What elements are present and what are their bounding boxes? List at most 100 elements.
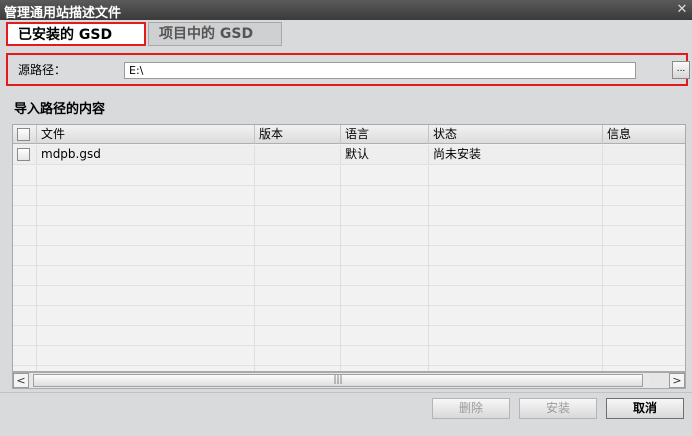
- empty-cell: [255, 166, 341, 186]
- title-bar: 管理通用站描述文件 ✕: [0, 0, 692, 21]
- column-header-language[interactable]: 语言: [341, 125, 429, 144]
- cell-version: [255, 145, 341, 165]
- empty-cell: [603, 266, 685, 286]
- dialog-body: 已安装的 GSD 项目中的 GSD 源路径： E:\ ... 导入路径的内容 文…: [0, 20, 692, 436]
- row-select-cell: [13, 145, 37, 165]
- cell-file: mdpb.gsd: [37, 145, 255, 165]
- empty-cell: [429, 166, 603, 186]
- tab-installed-gsd[interactable]: 已安装的 GSD: [6, 22, 146, 46]
- empty-cell: [341, 186, 429, 206]
- empty-cell: [13, 206, 37, 226]
- empty-cell: [341, 326, 429, 346]
- table-row[interactable]: mdpb.gsd 默认 尚未安装: [13, 145, 685, 165]
- empty-cell: [429, 306, 603, 326]
- empty-cell: [37, 306, 255, 326]
- browse-button[interactable]: ...: [672, 61, 690, 79]
- install-button[interactable]: 安装: [519, 398, 597, 419]
- column-header-status[interactable]: 状态: [429, 125, 603, 144]
- tab-label: 已安装的 GSD: [18, 27, 113, 43]
- delete-button[interactable]: 删除: [432, 398, 510, 419]
- empty-cell: [13, 306, 37, 326]
- empty-cell: [255, 246, 341, 266]
- empty-cell: [13, 266, 37, 286]
- scroll-right-icon[interactable]: >: [669, 373, 685, 388]
- scroll-left-icon[interactable]: <: [13, 373, 29, 388]
- empty-cell: [603, 206, 685, 226]
- select-all-cell: [13, 125, 37, 144]
- section-title: 导入路径的内容: [14, 102, 106, 117]
- empty-cell: [603, 226, 685, 246]
- empty-cell: [429, 226, 603, 246]
- empty-cell: [603, 306, 685, 326]
- empty-cell: [37, 246, 255, 266]
- empty-cell: [341, 266, 429, 286]
- footer-divider: [0, 392, 692, 393]
- empty-cell: [37, 186, 255, 206]
- empty-cell: [341, 306, 429, 326]
- empty-cell: [603, 166, 685, 186]
- cell-status: 尚未安装: [429, 145, 603, 165]
- empty-cell: [255, 266, 341, 286]
- empty-cell: [429, 206, 603, 226]
- empty-cell: [255, 326, 341, 346]
- empty-cell: [13, 226, 37, 246]
- empty-cell: [429, 286, 603, 306]
- empty-table-row: [13, 166, 685, 186]
- gsd-file-table: 文件 版本 语言 状态 信息 mdpb.gsd 默认 尚未安装: [12, 124, 686, 372]
- empty-cell: [255, 226, 341, 246]
- table-header: 文件 版本 语言 状态 信息: [13, 125, 685, 144]
- source-path-input[interactable]: E:\: [124, 62, 636, 79]
- empty-cell: [37, 286, 255, 306]
- empty-cell: [37, 346, 255, 366]
- empty-cell: [13, 186, 37, 206]
- empty-cell: [37, 326, 255, 346]
- empty-table-row: [13, 206, 685, 226]
- empty-cell: [37, 266, 255, 286]
- window-title: 管理通用站描述文件: [4, 6, 122, 21]
- empty-cell: [13, 346, 37, 366]
- horizontal-scrollbar[interactable]: < ||| >: [12, 372, 686, 389]
- empty-cell: [341, 206, 429, 226]
- cancel-button[interactable]: 取消: [606, 398, 684, 419]
- close-icon[interactable]: ✕: [674, 2, 690, 18]
- empty-table-row: [13, 266, 685, 286]
- empty-cell: [37, 226, 255, 246]
- empty-cell: [429, 346, 603, 366]
- column-header-info[interactable]: 信息: [603, 125, 685, 144]
- empty-cell: [255, 186, 341, 206]
- empty-cell: [603, 246, 685, 266]
- empty-table-row: [13, 246, 685, 266]
- scroll-thumb[interactable]: |||: [33, 374, 643, 387]
- empty-table-row: [13, 226, 685, 246]
- empty-cell: [429, 186, 603, 206]
- empty-cell: [429, 326, 603, 346]
- scroll-track[interactable]: |||: [31, 374, 649, 387]
- empty-table-row: [13, 186, 685, 206]
- empty-cell: [255, 286, 341, 306]
- select-all-checkbox[interactable]: [17, 128, 30, 141]
- column-header-file[interactable]: 文件: [37, 125, 255, 144]
- empty-table-row: [13, 286, 685, 306]
- empty-cell: [13, 326, 37, 346]
- tab-label: 项目中的 GSD: [159, 26, 254, 42]
- empty-cell: [255, 346, 341, 366]
- empty-table-row: [13, 306, 685, 326]
- empty-cell: [13, 246, 37, 266]
- cell-info: [603, 145, 685, 165]
- empty-cell: [429, 266, 603, 286]
- empty-table-row: [13, 346, 685, 366]
- empty-cell: [341, 226, 429, 246]
- empty-cell: [255, 306, 341, 326]
- tab-project-gsd[interactable]: 项目中的 GSD: [148, 22, 282, 46]
- empty-cell: [429, 246, 603, 266]
- empty-cell: [603, 286, 685, 306]
- empty-cell: [603, 186, 685, 206]
- column-header-version[interactable]: 版本: [255, 125, 341, 144]
- empty-cell: [255, 206, 341, 226]
- row-checkbox[interactable]: [17, 148, 30, 161]
- empty-cell: [341, 286, 429, 306]
- empty-cell: [13, 286, 37, 306]
- source-path-section: 源路径： E:\ ...: [6, 53, 690, 86]
- empty-cell: [13, 166, 37, 186]
- empty-cell: [37, 206, 255, 226]
